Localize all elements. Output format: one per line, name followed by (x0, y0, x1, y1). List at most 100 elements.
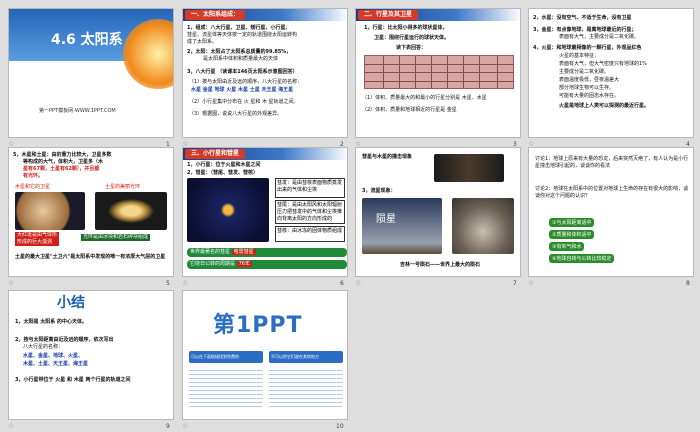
text-line: 星有67颗，土星有62颗），并且都 (23, 166, 100, 172)
slide-number: 7 (513, 280, 517, 287)
meteorite-image (452, 198, 514, 254)
summary-line: 木星、土星、天王星、海王星 (23, 361, 89, 367)
text-line: 彗星、流星体等天体按一定的轨道围绕太阳运转构 (187, 32, 298, 38)
animation-star-icon: ☆ (8, 279, 15, 287)
tag-label: 大红斑是由气体所 形成的巨大漩涡 (15, 232, 60, 246)
animation-star-icon: ☆ (8, 422, 15, 430)
image-caption: 木星和它的卫星 (15, 184, 51, 190)
comet-tail-box: 彗尾：是由太阳风和太阳辐射压力把彗发中的气体和尘埃推向背离太阳的方向形成的 (275, 200, 345, 224)
discussion-2: 讨论2：地球在太阳系中的位置对地球上生命的存在有很大的影响，谈谈你对这个问题的认… (535, 186, 689, 199)
text-line: 有光环。 (23, 173, 44, 179)
slide-number: 10 (336, 423, 344, 430)
animation-star-icon: ☆ (182, 422, 189, 430)
logo-text: 第1PPT (213, 313, 303, 338)
text-line: 彗星与木星的撞击现象 (362, 154, 413, 160)
planet-list: 水星 金星 地球 火星 木星 土星 天王星 海王星 (191, 87, 294, 93)
slide-number: 9 (166, 423, 170, 430)
link-list-left (189, 367, 263, 407)
fact-highlight: 哈雷彗星 (231, 249, 256, 255)
slide-header: 一、太阳系组成： (185, 10, 246, 20)
slide-thumbnail-5[interactable]: 5，木星和土星：由的重力比较大，卫星多数 等构成的大气，体积大，卫星多（木 星有… (8, 147, 174, 277)
answer-option-4: ④地球自转与公转比较稳定 (549, 254, 615, 263)
answer-option-2: ②质量和体积适中 (549, 230, 595, 239)
summary-line: 水星、金星、地球、火星、 (23, 353, 84, 359)
text-line: 土星的最大卫星"土卫六"是太阳系中发现的唯一有浓厚大气层的卫星 (15, 254, 166, 260)
text-line: 读下表回答： (396, 45, 427, 51)
question-line: （1）体积、质量最大的和最小的行星分别是 木星、水星 (362, 95, 487, 101)
summary-line: 1，太阳是 太阳系 的中心天体。 (15, 319, 87, 325)
slide-thumbnail-6[interactable]: 三、小行星和彗星 1，小行星：位于火星和木星之间 2，彗星：（彗尾、彗发、彗核）… (182, 147, 348, 277)
comet-orbit-image (187, 178, 269, 242)
saturn-image (95, 192, 167, 230)
planet-data-table (364, 55, 514, 89)
text-line: 1，小行星：位于火星和木星之间 (187, 162, 261, 168)
text-line: 2，彗星：（彗尾、彗发、彗核） (187, 170, 258, 176)
animation-star-icon: ☆ (528, 279, 535, 287)
text-line: 卫星：围绕行星运行的球状天体。 (374, 35, 450, 41)
slide-thumbnail-2[interactable]: 一、太阳系组成： 1，组成：八大行星、卫星、矮行星、小行星、 彗星、流星体等天体… (182, 8, 348, 138)
text-line: 5，木星和土星：由的重力比较大，卫星多数 (13, 152, 112, 158)
info-panel-text: 不可以把它们放在其他地方 (271, 354, 319, 359)
slide-title: 4.6 太阳系 (51, 32, 123, 48)
fact-text: 它绕日公转的周期是 (190, 261, 236, 267)
text-line: 1，组成：八大行星、卫星、矮行星、小行星、 (187, 25, 291, 31)
slide-thumbnail-4[interactable]: 2，水星：没有空气、不适于生命，没有卫星 3，金星：有点像地球，是离地球最近的行… (528, 8, 694, 138)
slide-number: 8 (686, 280, 690, 287)
comet-fact-bar: 世界最著名的彗星 哈雷彗星 (187, 248, 347, 257)
slide-title: 小结 (57, 295, 85, 311)
slide-thumbnail-8[interactable]: 讨论1：地球上原来有大量的恐龙，后来突然灭绝了，有人认为是小行星撞击地球引起的，… (528, 147, 694, 277)
text-line: 3，八大行星 （读课本146页太阳系示意图回答） (187, 69, 298, 75)
text-line: 表面有大气，主要成分是二氧化碳。 (559, 34, 640, 40)
slide-thumbnail-10[interactable]: 第1PPT 可以在下面链接找到免费的 不可以把它们放在其他地方 (182, 290, 348, 420)
animation-star-icon: ☆ (355, 279, 362, 287)
text-line: 成了太阳系。 (187, 39, 218, 45)
text-line: （3）根据图，说说八大行星的外观差异。 (189, 111, 283, 117)
answer-option-1: ①与太阳距离适中 (549, 218, 595, 227)
info-panel-text: 可以在下面链接找到免费的 (191, 354, 239, 359)
site-credit: 第一PPT模板网-WWW.1PPT.COM (39, 108, 116, 114)
tag-text: 形成的巨大漩涡 (17, 239, 53, 245)
jupiter-image (15, 192, 85, 230)
slide-header: 二、行星及其卫星 (358, 10, 419, 20)
comet-coma-box: 彗发：是由彗核表面物质蒸发出来的气体和尘埃 (275, 178, 345, 198)
text-line: 火星是地球上人类可以探测的最近行星。 (559, 103, 650, 109)
text-line: 表面有大气，但大气密度只有地球的1% (559, 61, 647, 67)
tag-text: 大红斑是由气体所 (17, 232, 58, 238)
text-line: 火星的基本特征： (559, 53, 600, 59)
comet-period-bar: 它绕日公转的周期是 76年 (187, 260, 347, 269)
comet-nucleus-box: 彗核：由冰冻的固体物质组成 (275, 226, 345, 242)
slide-thumbnail-1[interactable]: 4.6 太阳系 第一PPT模板网-WWW.1PPT.COM (8, 8, 174, 138)
slide-number: 6 (340, 280, 344, 287)
comet-impact-image (434, 154, 504, 182)
text-line: 4，火星：和地球最相像的一颗行星，外观呈红色 (533, 45, 642, 51)
summary-line: 3，小行星带位于 火星 和 木星 两个行星的轨道之间 (15, 377, 131, 383)
slide-thumbnail-9[interactable]: 小结 1，太阳是 太阳系 的中心天体。 2，按与太阳距离由近及远的顺序，依次写出… (8, 290, 174, 420)
image-caption: 土星的美丽光环 (105, 184, 141, 190)
text-line: 主要成分是二氧化碳。 (559, 69, 610, 75)
slide-header: 三、小行星和彗星 (185, 149, 246, 159)
text-line: 等构成的大气，体积大，卫星多（木 (23, 159, 104, 165)
answer-option-3: ③有氧气和水 (549, 242, 585, 251)
summary-line: 2，按与太阳距离由近及远的顺序，依次写出 (15, 337, 114, 343)
text-line: 是太阳系中体积和质量最大的天体 (203, 56, 279, 62)
text-line: 3，流星现象： (362, 188, 396, 194)
question-line: （2）体积、质量和地球相近的行星是 金星 (362, 107, 457, 113)
image-caption: 吉林一号陨石——世界上最大的陨石 (400, 262, 481, 268)
slide-thumbnail-7[interactable]: 彗星与木星的撞击现象 3，流星现象： 陨星 吉林一号陨石——世界上最大的陨石 (355, 147, 521, 277)
summary-line: 八大行星的名称： (23, 344, 64, 350)
text-line: 1，行星：比太阳小得多的球状星体， (364, 25, 448, 31)
text-line: 2，水星：没有空气、不适于生命，没有卫星 (533, 15, 632, 21)
fact-highlight: 76年 (236, 261, 252, 267)
link-list-right (269, 367, 343, 407)
meteor-label: 陨星 (376, 214, 396, 225)
slide-thumbnail-3[interactable]: 二、行星及其卫星 1，行星：比太阳小得多的球状星体， 卫星：围绕行星运行的球状天… (355, 8, 521, 138)
slide-number: 5 (166, 280, 170, 287)
meteor-night-image (362, 198, 442, 254)
text-line: 2，太阳：太阳占了太阳系总质量的99.85%， (187, 49, 292, 55)
discussion-1: 讨论1：地球上原来有大量的恐龙，后来突然灭绝了，有人认为是小行星撞击地球引起的，… (535, 156, 689, 169)
text-line: 3，金星：有点像地球，是离地球最近的行星； (533, 27, 637, 33)
text-line: （2）小行星集中分布在 火 星和 木 星轨道之间。 (189, 99, 299, 105)
text-line: （1）按与太阳由近及远的顺序，八大行星的名称： (189, 79, 303, 85)
brand-logo: 第1PPT (213, 307, 303, 339)
tag-label: 光环是由冰块和岩石碎块组成 (81, 234, 151, 241)
